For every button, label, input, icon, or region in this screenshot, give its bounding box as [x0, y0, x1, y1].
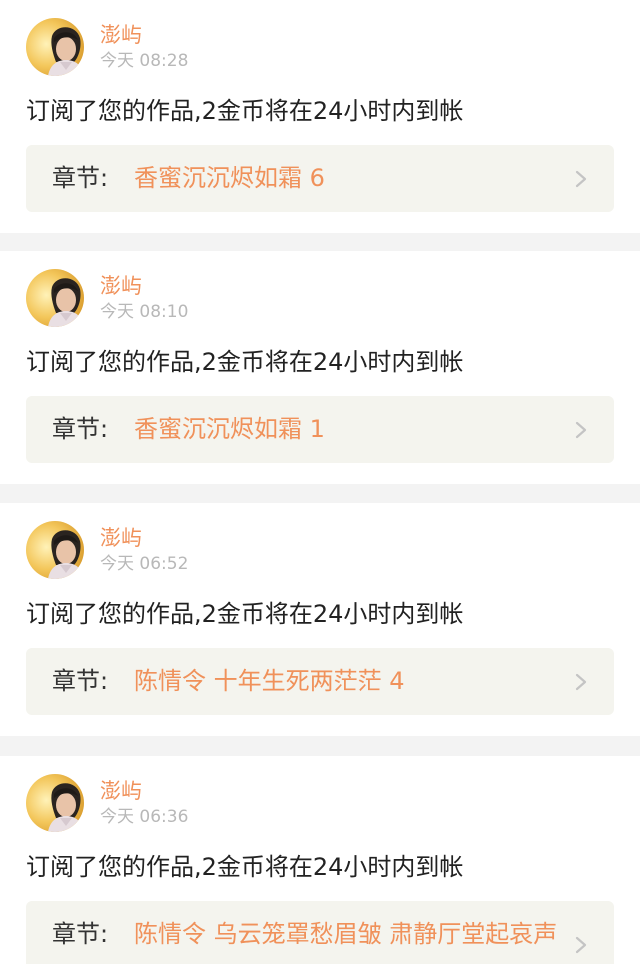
notification-message: 订阅了您的作品,2金币将在24小时内到帐 [26, 853, 464, 881]
timestamp: 今天 08:10 [100, 302, 189, 322]
chapter-link[interactable]: 章节: 香蜜沉沉烬如霜 6 [26, 145, 614, 212]
chapter-title: 香蜜沉沉烬如霜 1 [134, 415, 325, 443]
notification-card: 澎屿 今天 06:36 订阅了您的作品,2金币将在24小时内到帐 章节: 陈情令… [0, 756, 640, 964]
chapter-label: 章节: [52, 667, 109, 695]
notification-card: 澎屿 今天 08:10 订阅了您的作品,2金币将在24小时内到帐 章节: 香蜜沉… [0, 251, 640, 484]
timestamp: 今天 08:28 [100, 51, 189, 71]
chevron-right-icon [575, 170, 587, 188]
chevron-right-icon [575, 936, 587, 954]
avatar-image [26, 269, 84, 327]
chevron-right-icon [575, 673, 587, 691]
chevron-right-icon [575, 421, 587, 439]
avatar-image [26, 774, 84, 832]
timestamp: 今天 06:36 [100, 807, 189, 827]
notification-message: 订阅了您的作品,2金币将在24小时内到帐 [26, 348, 464, 376]
notification-message: 订阅了您的作品,2金币将在24小时内到帐 [26, 600, 464, 628]
chapter-label: 章节: [52, 415, 109, 443]
notification-feed: 澎屿 今天 08:28 订阅了您的作品,2金币将在24小时内到帐 章节: 香蜜沉… [0, 0, 640, 964]
avatar[interactable] [26, 521, 84, 579]
username[interactable]: 澎屿 [100, 273, 142, 299]
avatar[interactable] [26, 774, 84, 832]
chapter-title: 香蜜沉沉烬如霜 6 [134, 164, 325, 192]
chapter-title: 陈情令 十年生死两茫茫 4 [134, 667, 405, 695]
notification-card: 澎屿 今天 06:52 订阅了您的作品,2金币将在24小时内到帐 章节: 陈情令… [0, 503, 640, 736]
username[interactable]: 澎屿 [100, 778, 142, 804]
chapter-label: 章节: [52, 164, 109, 192]
chapter-link[interactable]: 章节: 陈情令 乌云笼罩愁眉皱 肃静厅堂起哀声 [26, 901, 614, 964]
timestamp: 今天 06:52 [100, 554, 189, 574]
chapter-title: 陈情令 乌云笼罩愁眉皱 肃静厅堂起哀声 [134, 920, 558, 948]
avatar[interactable] [26, 269, 84, 327]
chapter-link[interactable]: 章节: 香蜜沉沉烬如霜 1 [26, 396, 614, 463]
username[interactable]: 澎屿 [100, 525, 142, 551]
avatar-image [26, 18, 84, 76]
chapter-link[interactable]: 章节: 陈情令 十年生死两茫茫 4 [26, 648, 614, 715]
avatar-image [26, 521, 84, 579]
avatar[interactable] [26, 18, 84, 76]
username[interactable]: 澎屿 [100, 22, 142, 48]
notification-message: 订阅了您的作品,2金币将在24小时内到帐 [26, 97, 464, 125]
notification-card: 澎屿 今天 08:28 订阅了您的作品,2金币将在24小时内到帐 章节: 香蜜沉… [0, 0, 640, 233]
chapter-label: 章节: [52, 920, 109, 948]
